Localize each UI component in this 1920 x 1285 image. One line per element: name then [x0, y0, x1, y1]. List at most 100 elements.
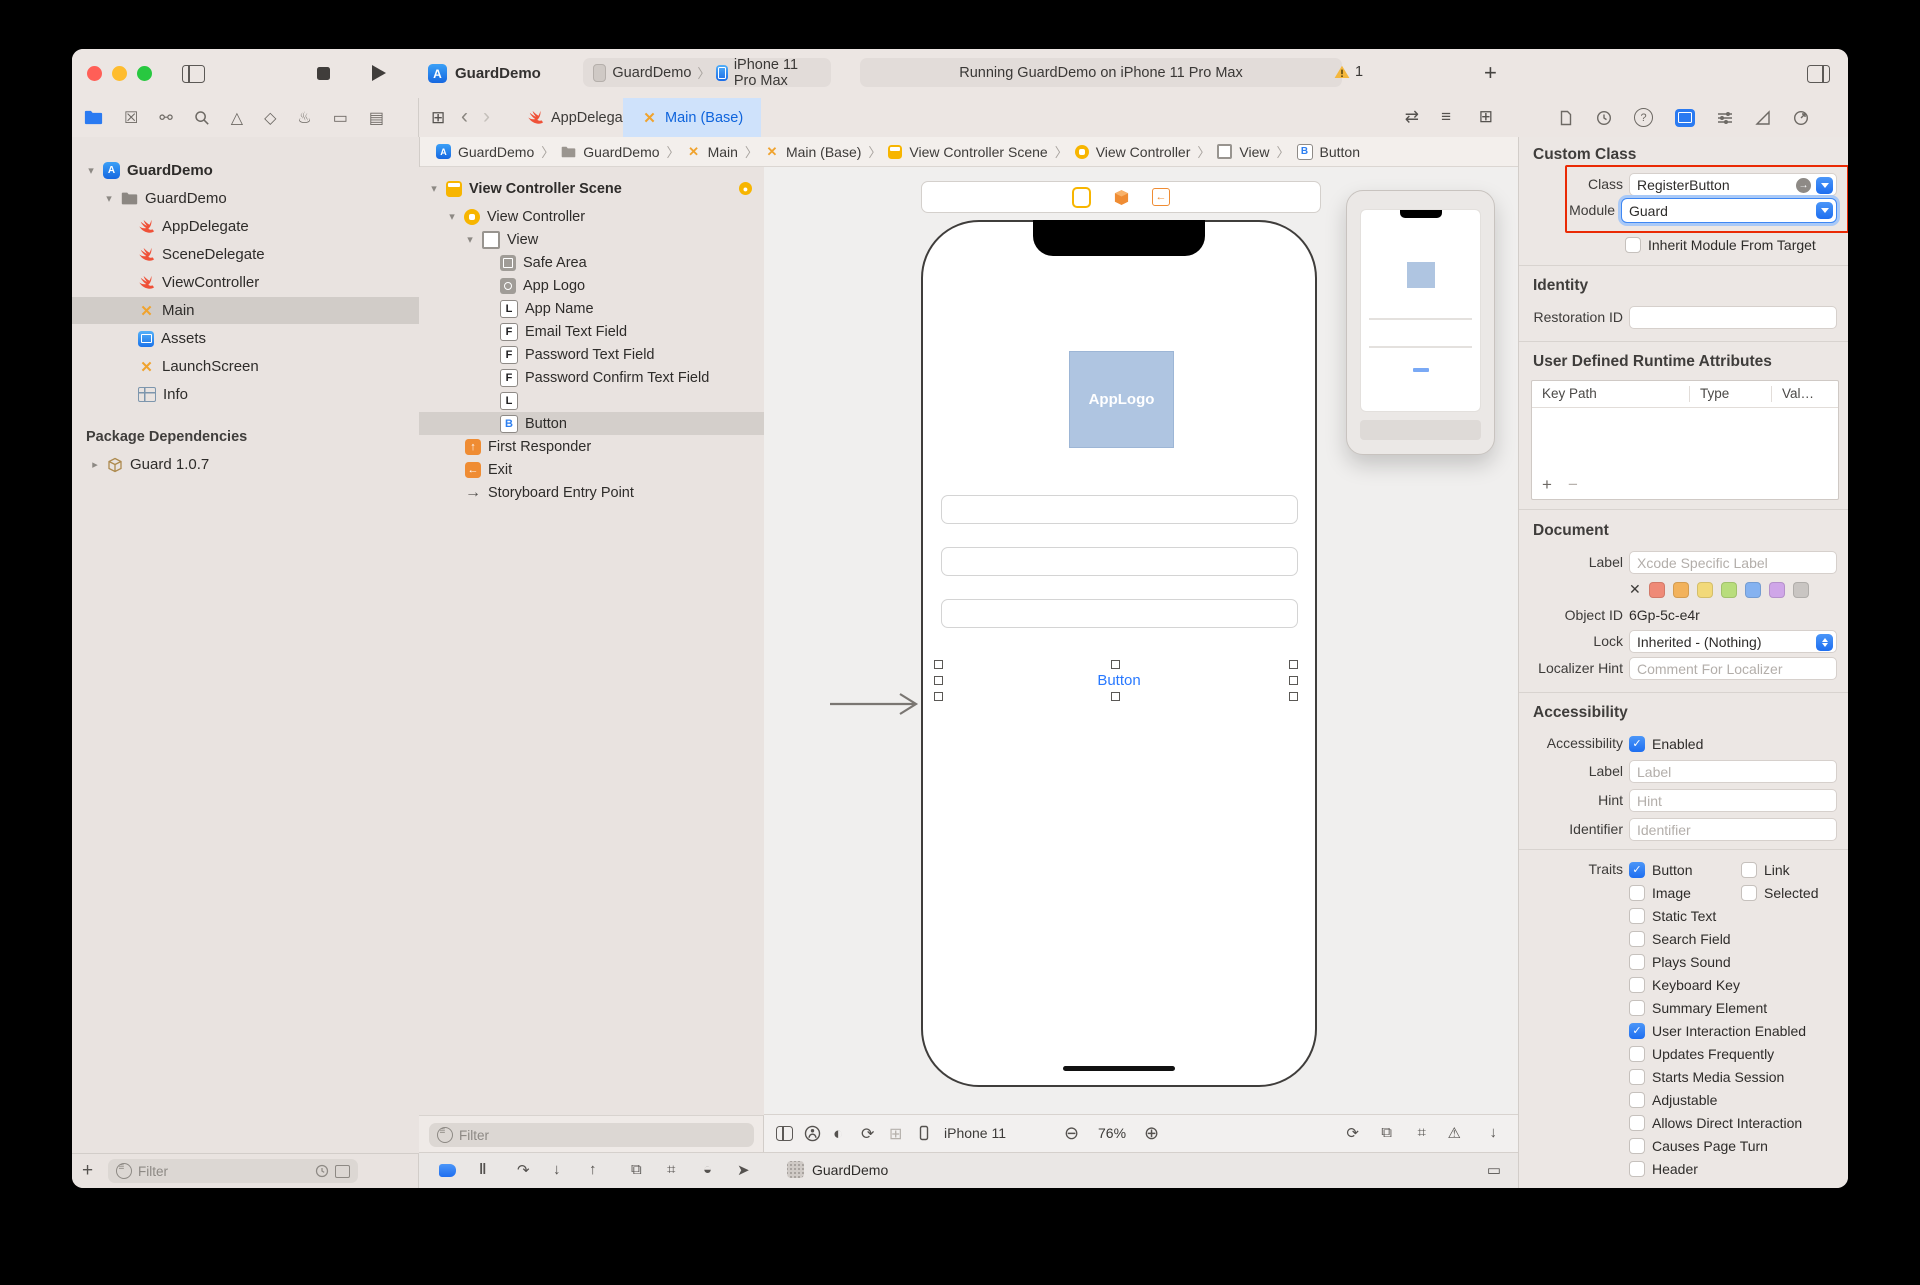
- document-label-field[interactable]: Xcode Specific Label: [1629, 551, 1837, 574]
- scheme-selector[interactable]: GuardDemo 〉 iPhone 11 Pro Max: [583, 58, 831, 87]
- report-navigator-tab[interactable]: ▤: [369, 108, 384, 128]
- navigator-item-appdelegate[interactable]: AppDelegate: [72, 213, 419, 240]
- related-items-button[interactable]: ⊞: [431, 109, 445, 126]
- toggle-left-sidebar-button[interactable]: [182, 65, 205, 88]
- add-editor-button[interactable]: ⊞: [1479, 108, 1493, 125]
- a11y-identifier-field[interactable]: Identifier: [1629, 818, 1837, 841]
- editor-swap-icon[interactable]: ⇄: [1405, 108, 1419, 125]
- trait-row[interactable]: ✓User Interaction Enabled: [1629, 1019, 1818, 1042]
- outline-item-password-confirm-field[interactable]: F Password Confirm Text Field: [419, 366, 764, 389]
- module-dropdown-icon[interactable]: [1816, 202, 1833, 219]
- trait-checkbox[interactable]: [1629, 954, 1645, 970]
- trait-row[interactable]: Allows Direct Interaction: [1629, 1111, 1818, 1134]
- source-control-navigator-tab[interactable]: ☒: [124, 108, 138, 128]
- selection-handle[interactable]: [934, 676, 943, 685]
- find-navigator-tab[interactable]: [194, 110, 210, 126]
- outline-item-email-field[interactable]: F Email Text Field: [419, 320, 764, 343]
- trait-checkbox[interactable]: [1629, 1161, 1645, 1177]
- navigator-item-project[interactable]: ▾ A GuardDemo: [72, 157, 419, 184]
- back-button[interactable]: ‹: [461, 106, 468, 127]
- new-tab-button[interactable]: +: [1484, 62, 1497, 84]
- udra-table[interactable]: Key Path Type Val… + −: [1531, 380, 1839, 500]
- breadcrumb-item[interactable]: View: [1239, 144, 1269, 160]
- outline-item-entry-point[interactable]: → Storyboard Entry Point: [419, 481, 764, 504]
- inherit-module-row[interactable]: Inherit Module From Target: [1625, 233, 1816, 256]
- accessibility-preview-button[interactable]: [804, 1125, 821, 1142]
- udra-remove-button[interactable]: −: [1568, 475, 1578, 495]
- trait-row[interactable]: Adjustable: [1629, 1088, 1818, 1111]
- forward-button[interactable]: ›: [483, 106, 490, 127]
- step-into-button[interactable]: ↓: [553, 1161, 561, 1178]
- jump-to-class-icon[interactable]: →: [1796, 178, 1811, 193]
- trait-row[interactable]: Link: [1741, 858, 1790, 881]
- class-field[interactable]: RegisterButton →: [1629, 173, 1837, 196]
- zoom-level[interactable]: 76%: [1098, 1125, 1126, 1141]
- debug-navigator-tab[interactable]: ♨: [297, 108, 311, 128]
- breadcrumb-item[interactable]: View Controller: [1096, 144, 1191, 160]
- size-inspector-tab[interactable]: [1755, 110, 1771, 126]
- trait-checkbox[interactable]: [1629, 1046, 1645, 1062]
- activity-status[interactable]: Running GuardDemo on iPhone 11 Pro Max: [860, 58, 1342, 87]
- disclosure-triangle[interactable]: ▾: [429, 182, 439, 195]
- trait-checkbox[interactable]: [1741, 862, 1757, 878]
- simulate-location-button[interactable]: ➤: [737, 1161, 750, 1179]
- resolve-layout-issues-button[interactable]: ↓: [1490, 1124, 1498, 1141]
- pause-button[interactable]: ‖: [479, 1161, 486, 1178]
- quick-help-inspector-tab[interactable]: ?: [1634, 108, 1653, 127]
- navigator-item-info[interactable]: Info: [72, 381, 419, 408]
- password-text-field[interactable]: [941, 547, 1298, 576]
- trait-row[interactable]: Keyboard Key: [1629, 973, 1818, 996]
- class-dropdown-icon[interactable]: [1816, 177, 1833, 194]
- trait-checkbox[interactable]: [1629, 977, 1645, 993]
- outline-item-first-responder[interactable]: ↑ First Responder: [419, 435, 764, 458]
- trait-row[interactable]: Causes Page Turn: [1629, 1134, 1818, 1157]
- history-inspector-tab[interactable]: [1596, 110, 1612, 126]
- disclosure-triangle[interactable]: ▸: [90, 458, 100, 471]
- project-navigator-tab[interactable]: [84, 110, 103, 125]
- tab-main-base[interactable]: ✕ Main (Base): [623, 98, 761, 137]
- navigator-item-group[interactable]: ▾ GuardDemo: [72, 185, 419, 212]
- test-navigator-tab[interactable]: ◇: [264, 108, 276, 128]
- register-button[interactable]: Button: [1097, 672, 1140, 689]
- appearance-toggle-button[interactable]: ◐: [833, 1124, 843, 1144]
- outline-item-scene[interactable]: ▾ View Controller Scene ●: [419, 177, 764, 200]
- toggle-right-sidebar-button[interactable]: [1807, 65, 1830, 88]
- outline-item-view-controller[interactable]: ▾ View Controller: [419, 205, 764, 228]
- trait-row[interactable]: Header: [1629, 1157, 1818, 1180]
- debug-process-chip[interactable]: GuardDemo: [787, 1161, 888, 1178]
- outline-item-empty-label[interactable]: L: [419, 389, 764, 412]
- trait-checkbox[interactable]: [1741, 885, 1757, 901]
- iphone-canvas-device[interactable]: AppLogo Button: [921, 220, 1317, 1087]
- disclosure-triangle[interactable]: ▾: [447, 210, 457, 223]
- symbol-navigator-tab[interactable]: ⚯: [159, 108, 172, 128]
- device-name[interactable]: iPhone 11: [944, 1125, 1006, 1141]
- trait-checkbox[interactable]: [1629, 1069, 1645, 1085]
- disclosure-triangle[interactable]: ▾: [465, 233, 475, 246]
- color-swatch[interactable]: [1793, 582, 1809, 598]
- connections-inspector-tab[interactable]: [1793, 110, 1809, 126]
- color-swatch[interactable]: [1673, 582, 1689, 598]
- inherit-module-checkbox[interactable]: [1625, 237, 1641, 253]
- udra-add-button[interactable]: +: [1542, 475, 1552, 495]
- accessibility-enabled-row[interactable]: ✓ Enabled: [1629, 732, 1703, 755]
- minimize-window-button[interactable]: [112, 66, 127, 81]
- navigator-item-viewcontroller[interactable]: ViewController: [72, 269, 419, 296]
- disclosure-triangle[interactable]: ▾: [86, 164, 96, 177]
- trait-row[interactable]: Updates Frequently: [1629, 1042, 1818, 1065]
- trait-checkbox[interactable]: [1629, 885, 1645, 901]
- issue-navigator-tab[interactable]: △: [231, 108, 243, 128]
- step-over-button[interactable]: ↷: [517, 1161, 530, 1179]
- attributes-inspector-tab[interactable]: [1717, 110, 1733, 126]
- storyboard-canvas[interactable]: ← AppLogo Button: [764, 167, 1519, 1115]
- breadcrumb-item[interactable]: Main (Base): [786, 144, 861, 160]
- email-text-field[interactable]: [941, 495, 1298, 524]
- breadcrumb-item[interactable]: Button: [1320, 144, 1360, 160]
- view-controller-proxy-icon[interactable]: [1072, 187, 1091, 208]
- step-out-button[interactable]: ↑: [589, 1161, 597, 1178]
- trait-checkbox[interactable]: [1629, 1092, 1645, 1108]
- exit-proxy-icon[interactable]: ←: [1152, 188, 1170, 206]
- color-swatch[interactable]: [1721, 582, 1737, 598]
- breadcrumb-item[interactable]: Main: [708, 144, 738, 160]
- trait-row[interactable]: Image: [1629, 881, 1741, 904]
- device-button[interactable]: [916, 1125, 932, 1141]
